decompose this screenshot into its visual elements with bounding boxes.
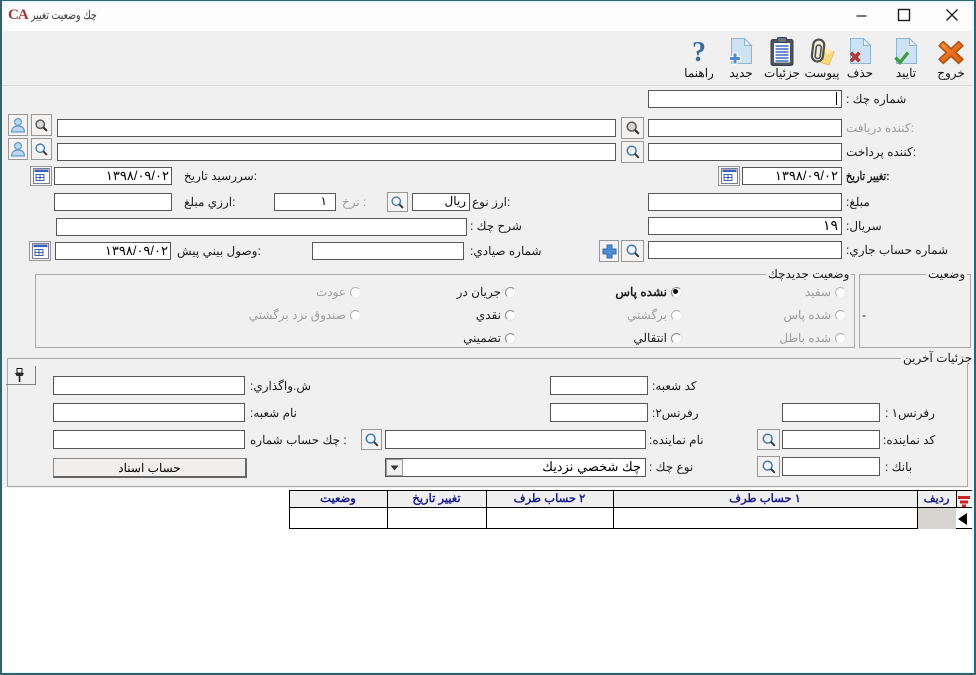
svg-text:?: ? xyxy=(692,37,706,67)
